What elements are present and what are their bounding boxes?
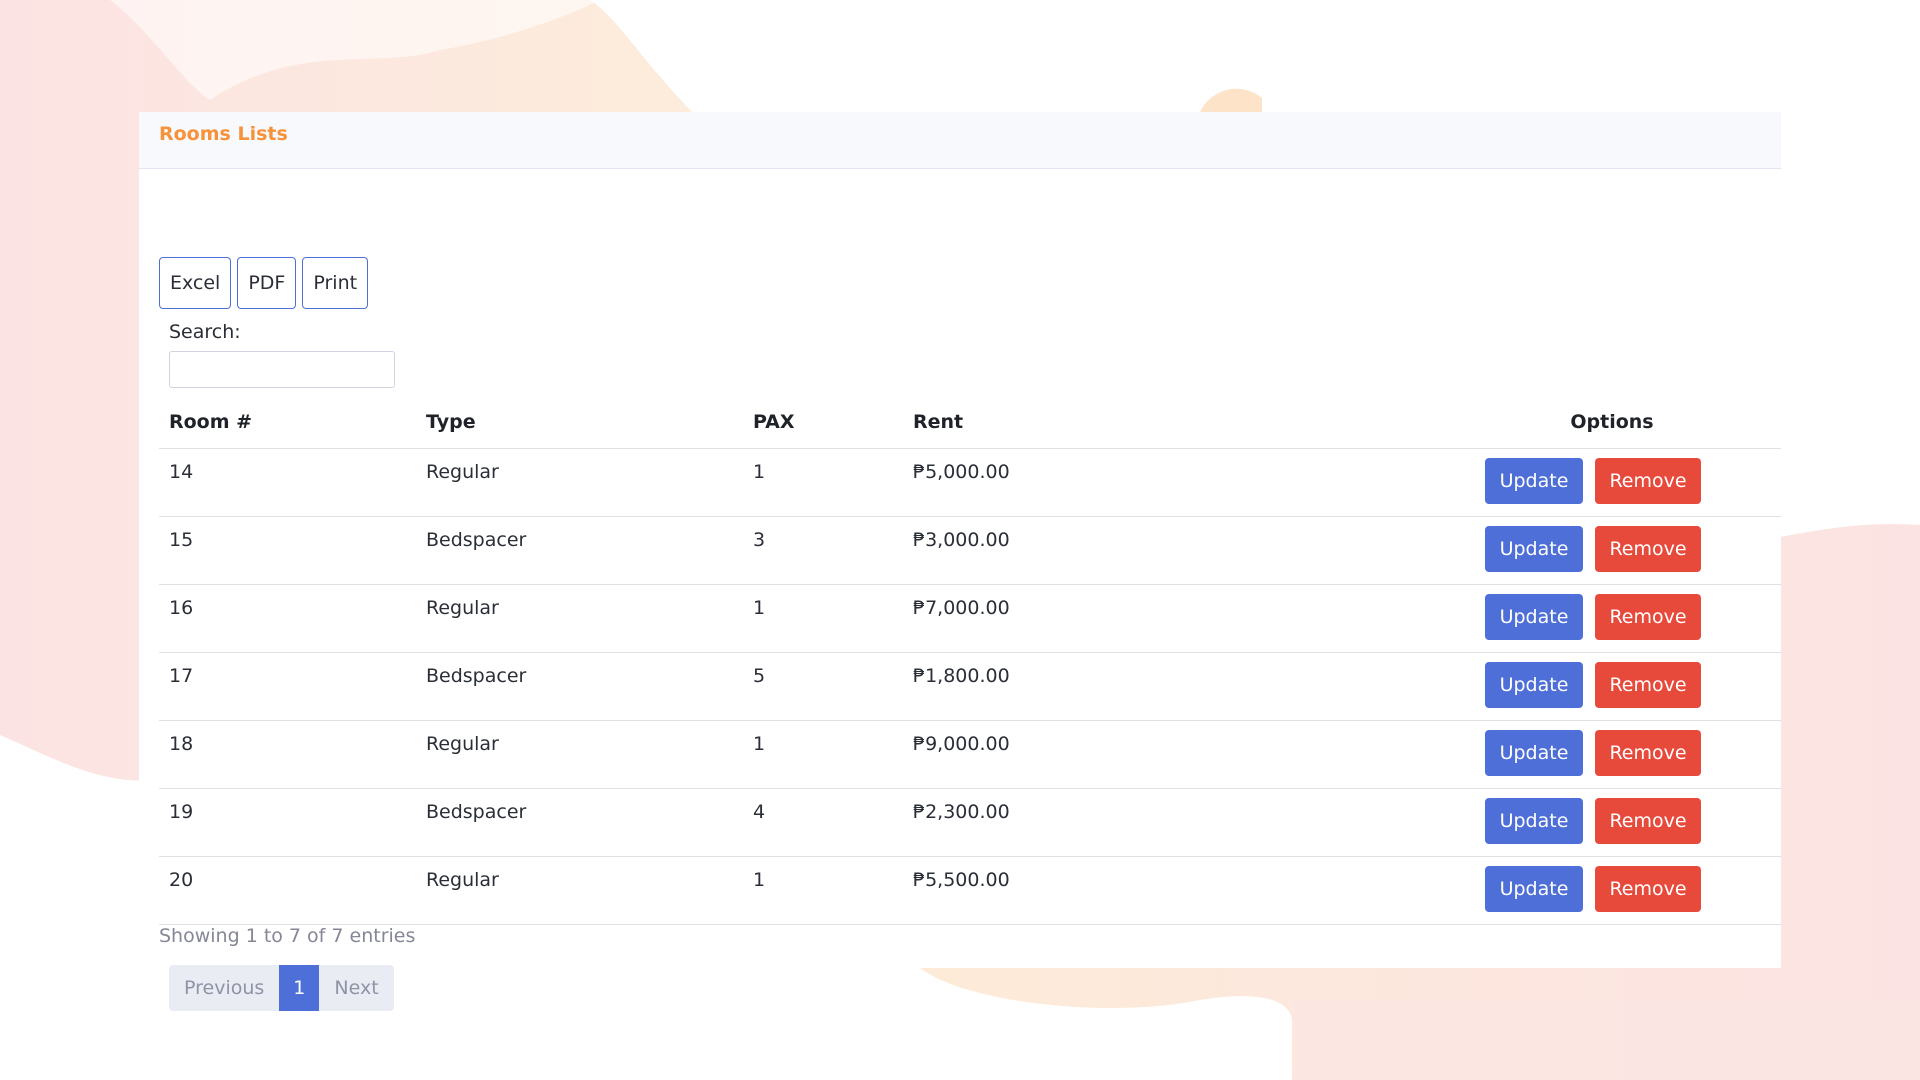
room-type-cell: Regular [416, 856, 743, 925]
column-header-type[interactable]: Type [416, 396, 743, 449]
room-type-cell: Bedspacer [416, 652, 743, 721]
options-cell: Update Remove [1443, 516, 1781, 585]
options-cell: Update Remove [1443, 856, 1781, 925]
pax-cell: 1 [743, 448, 903, 517]
column-header-options: Options [1443, 396, 1781, 449]
options-cell: Update Remove [1443, 788, 1781, 857]
table-row: 16 Regular 1 ₱7,000.00 Update Remove [159, 584, 1781, 653]
column-header-rent[interactable]: Rent [903, 396, 1443, 449]
table-row: 17 Bedspacer 5 ₱1,800.00 Update Remove [159, 652, 1781, 721]
card-header: Rooms Lists [139, 112, 1781, 169]
update-button[interactable]: Update [1485, 525, 1583, 572]
pax-cell: 3 [743, 516, 903, 585]
remove-button[interactable]: Remove [1595, 661, 1701, 708]
options-cell: Update Remove [1443, 720, 1781, 789]
pdf-button[interactable]: PDF [237, 257, 297, 309]
room-number-cell: 15 [159, 516, 416, 585]
remove-button[interactable]: Remove [1595, 797, 1701, 844]
pax-cell: 4 [743, 788, 903, 857]
rooms-table: Room # Type PAX Rent Options 14 Regular … [159, 396, 1781, 925]
table-row: 19 Bedspacer 4 ₱2,300.00 Update Remove [159, 788, 1781, 857]
column-header-pax[interactable]: PAX [743, 396, 903, 449]
options-cell: Update Remove [1443, 448, 1781, 517]
excel-button[interactable]: Excel [159, 257, 232, 309]
rent-cell: ₱5,500.00 [903, 856, 1443, 925]
pax-cell: 5 [743, 652, 903, 721]
update-button[interactable]: Update [1485, 457, 1583, 504]
update-button[interactable]: Update [1485, 797, 1583, 844]
table-row: 14 Regular 1 ₱5,000.00 Update Remove [159, 448, 1781, 517]
rent-cell: ₱1,800.00 [903, 652, 1443, 721]
rooms-card: Rooms Lists Excel PDF Print Search: Room… [139, 112, 1781, 1011]
update-button[interactable]: Update [1485, 661, 1583, 708]
room-number-cell: 20 [159, 856, 416, 925]
remove-button[interactable]: Remove [1595, 593, 1701, 640]
update-button[interactable]: Update [1485, 729, 1583, 776]
room-number-cell: 17 [159, 652, 416, 721]
card-title: Rooms Lists [159, 123, 288, 145]
search-input[interactable] [169, 351, 395, 388]
table-row: 20 Regular 1 ₱5,500.00 Update Remove [159, 856, 1781, 925]
room-number-cell: 18 [159, 720, 416, 789]
column-header-room[interactable]: Room # [159, 396, 416, 449]
export-buttons: Excel PDF Print [159, 257, 369, 309]
previous-page-button[interactable]: Previous [169, 965, 280, 1011]
update-button[interactable]: Update [1485, 865, 1583, 912]
pax-cell: 1 [743, 720, 903, 789]
room-number-cell: 14 [159, 448, 416, 517]
remove-button[interactable]: Remove [1595, 729, 1701, 776]
page-1-button[interactable]: 1 [279, 965, 320, 1011]
table-row: 18 Regular 1 ₱9,000.00 Update Remove [159, 720, 1781, 789]
remove-button[interactable]: Remove [1595, 457, 1701, 504]
table-row: 15 Bedspacer 3 ₱3,000.00 Update Remove [159, 516, 1781, 585]
room-number-cell: 19 [159, 788, 416, 857]
next-page-button[interactable]: Next [319, 965, 394, 1011]
pax-cell: 1 [743, 584, 903, 653]
pax-cell: 1 [743, 856, 903, 925]
rent-cell: ₱3,000.00 [903, 516, 1443, 585]
room-type-cell: Regular [416, 448, 743, 517]
table-header-row: Room # Type PAX Rent Options [159, 396, 1781, 449]
rent-cell: ₱9,000.00 [903, 720, 1443, 789]
rent-cell: ₱5,000.00 [903, 448, 1443, 517]
room-type-cell: Regular [416, 584, 743, 653]
entries-info: Showing 1 to 7 of 7 entries [159, 925, 416, 947]
remove-button[interactable]: Remove [1595, 865, 1701, 912]
room-type-cell: Bedspacer [416, 516, 743, 585]
search-label: Search: [169, 321, 241, 343]
rent-cell: ₱7,000.00 [903, 584, 1443, 653]
search-block: Search: [169, 321, 395, 388]
options-cell: Update Remove [1443, 584, 1781, 653]
pagination: Previous 1 Next [169, 965, 394, 1011]
room-type-cell: Bedspacer [416, 788, 743, 857]
room-type-cell: Regular [416, 720, 743, 789]
options-cell: Update Remove [1443, 652, 1781, 721]
print-button[interactable]: Print [302, 257, 369, 309]
update-button[interactable]: Update [1485, 593, 1583, 640]
rent-cell: ₱2,300.00 [903, 788, 1443, 857]
room-number-cell: 16 [159, 584, 416, 653]
remove-button[interactable]: Remove [1595, 525, 1701, 572]
